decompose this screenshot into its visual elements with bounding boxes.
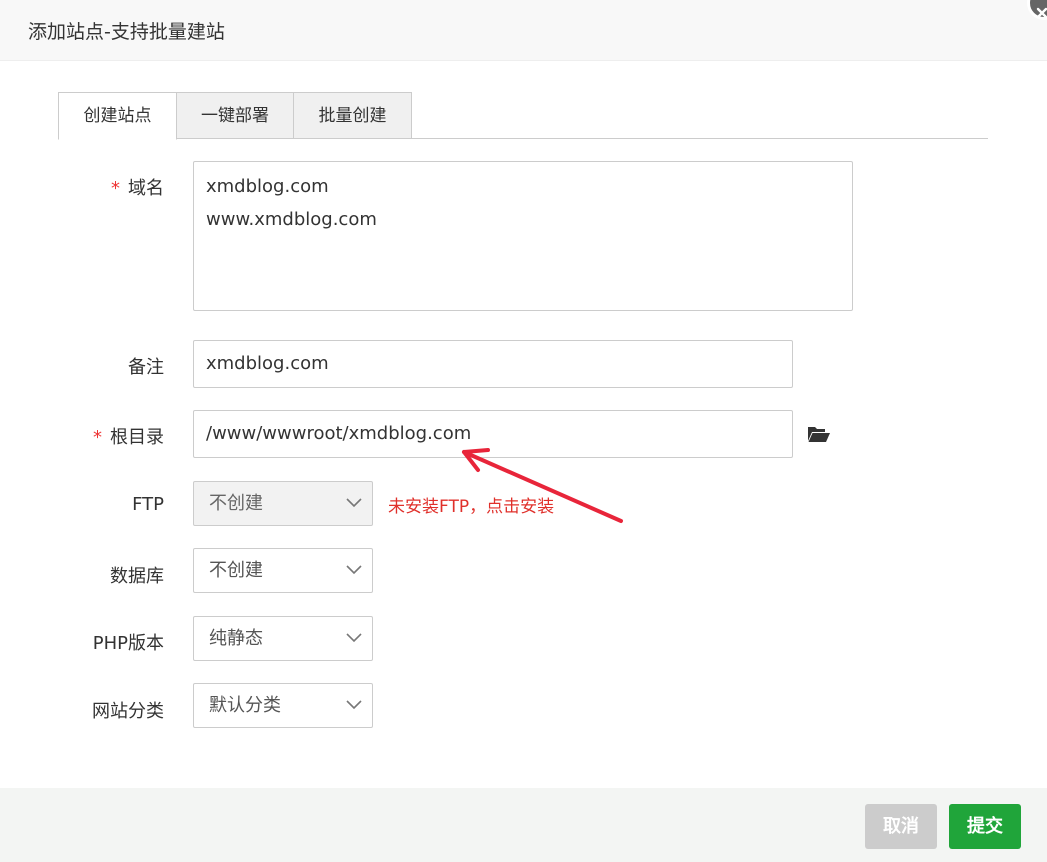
dialog-title: 添加站点-支持批量建站: [28, 21, 225, 43]
tab-bar: 创建站点 一键部署 批量创建: [58, 92, 988, 140]
tab-create-site[interactable]: 创建站点: [58, 92, 177, 140]
domain-textarea[interactable]: xmdblog.com www.xmdblog.com: [193, 161, 853, 311]
required-mark: *: [111, 178, 120, 199]
php-version-select[interactable]: 纯静态: [193, 616, 373, 661]
remark-input[interactable]: xmdblog.com: [193, 340, 793, 388]
database-label: 数据库: [110, 566, 164, 587]
dialog-footer: 取消 提交: [0, 788, 1047, 862]
domain-line: xmdblog.com: [206, 176, 329, 197]
site-category-label: 网站分类: [92, 701, 164, 722]
ftp-select[interactable]: 不创建: [193, 481, 373, 526]
folder-open-icon[interactable]: [807, 424, 831, 444]
site-category-select[interactable]: 默认分类: [193, 683, 373, 728]
cancel-button[interactable]: 取消: [865, 804, 937, 849]
database-select[interactable]: 不创建: [193, 548, 373, 593]
tab-one-click-deploy[interactable]: 一键部署: [176, 92, 294, 139]
ftp-label: FTP: [132, 494, 164, 515]
tab-batch-create[interactable]: 批量创建: [293, 92, 412, 139]
required-mark: *: [93, 427, 102, 448]
chevron-down-icon: [346, 633, 362, 643]
chevron-down-icon: [346, 700, 362, 710]
remark-label: 备注: [128, 357, 164, 378]
chevron-down-icon: [346, 498, 362, 508]
domain-label: * 域名: [111, 178, 164, 199]
domain-line: www.xmdblog.com: [206, 209, 377, 230]
dialog-header: 添加站点-支持批量建站: [0, 0, 1047, 61]
root-dir-input[interactable]: /www/wwwroot/xmdblog.com: [193, 410, 793, 458]
chevron-down-icon: [346, 565, 362, 575]
root-dir-label: * 根目录: [93, 427, 164, 448]
install-ftp-link[interactable]: 未安装FTP，点击安装: [388, 492, 554, 517]
submit-button[interactable]: 提交: [949, 804, 1021, 849]
php-version-label: PHP版本: [92, 633, 164, 654]
close-icon: [1036, 7, 1047, 19]
